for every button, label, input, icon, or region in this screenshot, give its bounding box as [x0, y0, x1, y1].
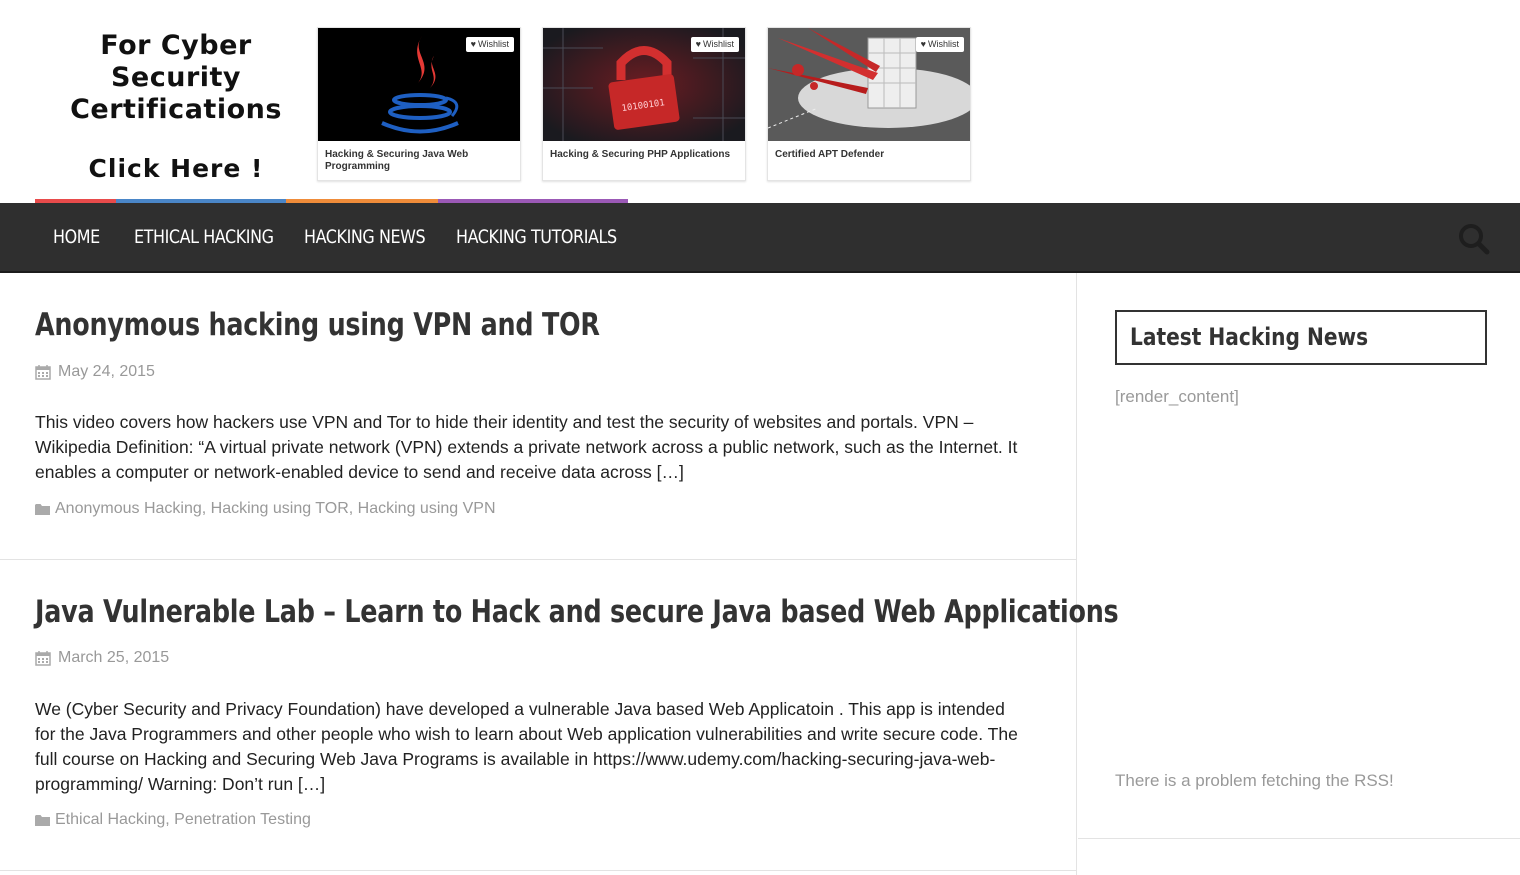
- search-icon[interactable]: [1458, 223, 1490, 255]
- red-padlock-circuit-image[interactable]: 10100101 ♥ Wishlist: [543, 28, 745, 141]
- calendar-icon: [35, 651, 51, 666]
- calendar-icon: [35, 365, 51, 380]
- wishlist-button[interactable]: ♥ Wishlist: [915, 37, 964, 52]
- post-date: March 25, 2015: [35, 649, 169, 667]
- course-title[interactable]: Hacking & Securing Java Web Programming: [325, 149, 513, 173]
- wishlist-button[interactable]: ♥ Wishlist: [690, 37, 739, 52]
- folder-icon: [35, 814, 50, 826]
- rss-error-message: There is a problem fetching the RSS!: [1115, 771, 1394, 790]
- course-title[interactable]: Hacking & Securing PHP Applications: [550, 149, 738, 161]
- wishlist-label: Wishlist: [703, 39, 734, 49]
- course-card-apt[interactable]: ♥ Wishlist Certified APT Defender: [767, 27, 971, 181]
- post-categories: Ethical Hacking, Penetration Testing: [35, 811, 311, 829]
- folder-icon: [35, 503, 50, 515]
- promo-line-1[interactable]: For Cyber Security: [36, 30, 316, 94]
- nav-home[interactable]: HOME: [53, 203, 100, 271]
- post-categories: Anonymous Hacking, Hacking using TOR, Ha…: [35, 500, 496, 518]
- post-date-text[interactable]: March 25, 2015: [58, 649, 169, 667]
- post-item: Java Vulnerable Lab – Learn to Hack and …: [0, 560, 1119, 871]
- wishlist-label: Wishlist: [478, 39, 509, 49]
- promo-click-here[interactable]: Click Here !: [36, 154, 316, 183]
- course-card-java[interactable]: ♥ Wishlist Hacking & Securing Java Web Pr…: [317, 27, 521, 181]
- nav-hacking-tutorials[interactable]: HACKING TUTORIALS: [456, 203, 617, 271]
- category-link[interactable]: Hacking using VPN: [358, 500, 496, 518]
- post-date-text[interactable]: May 24, 2015: [58, 363, 155, 381]
- heart-icon: ♥: [920, 39, 926, 49]
- post-excerpt: This video covers how hackers use VPN an…: [35, 412, 1018, 482]
- nav-hacking-news[interactable]: HACKING NEWS: [304, 203, 426, 271]
- post-excerpt: We (Cyber Security and Privacy Foundatio…: [35, 699, 1018, 794]
- certifications-promo[interactable]: For Cyber Security Certifications Click …: [36, 30, 316, 183]
- category-link[interactable]: Ethical Hacking: [55, 811, 165, 829]
- top-banner: For Cyber Security Certifications Click …: [0, 0, 1520, 200]
- post-item: Anonymous hacking using VPN and TOR May …: [0, 273, 1076, 560]
- sidebar-divider: [1078, 838, 1520, 839]
- java-logo-image[interactable]: ♥ Wishlist: [318, 28, 520, 141]
- post-title[interactable]: Java Vulnerable Lab – Learn to Hack and …: [35, 594, 1119, 630]
- heart-icon: ♥: [695, 39, 701, 49]
- post-date: May 24, 2015: [35, 363, 155, 381]
- building-under-attack-image[interactable]: ♥ Wishlist: [768, 28, 970, 141]
- main-navigation: HOME ETHICAL HACKING HACKING NEWS HACKIN…: [0, 203, 1520, 273]
- widget-title: Latest Hacking News: [1130, 323, 1369, 351]
- promo-line-2[interactable]: Certifications: [36, 94, 316, 126]
- post-list: Anonymous hacking using VPN and TOR May …: [0, 273, 1119, 875]
- wishlist-label: Wishlist: [928, 39, 959, 49]
- sidebar: Latest Hacking News [render_content] The…: [1078, 273, 1520, 875]
- course-title[interactable]: Certified APT Defender: [775, 149, 963, 161]
- wishlist-button[interactable]: ♥ Wishlist: [465, 37, 514, 52]
- render-content-placeholder: [render_content]: [1115, 387, 1239, 406]
- course-card-php[interactable]: 10100101 ♥ Wishlist Hacking & Securing PH…: [542, 27, 746, 181]
- category-link[interactable]: Anonymous Hacking: [55, 500, 202, 518]
- nav-ethical-hacking[interactable]: ETHICAL HACKING: [134, 203, 274, 271]
- heart-icon: ♥: [470, 39, 476, 49]
- post-title[interactable]: Anonymous hacking using VPN and TOR: [35, 307, 600, 343]
- category-link[interactable]: Hacking using TOR: [211, 500, 349, 518]
- widget-title-box: Latest Hacking News: [1115, 310, 1487, 365]
- category-link[interactable]: Penetration Testing: [174, 811, 311, 829]
